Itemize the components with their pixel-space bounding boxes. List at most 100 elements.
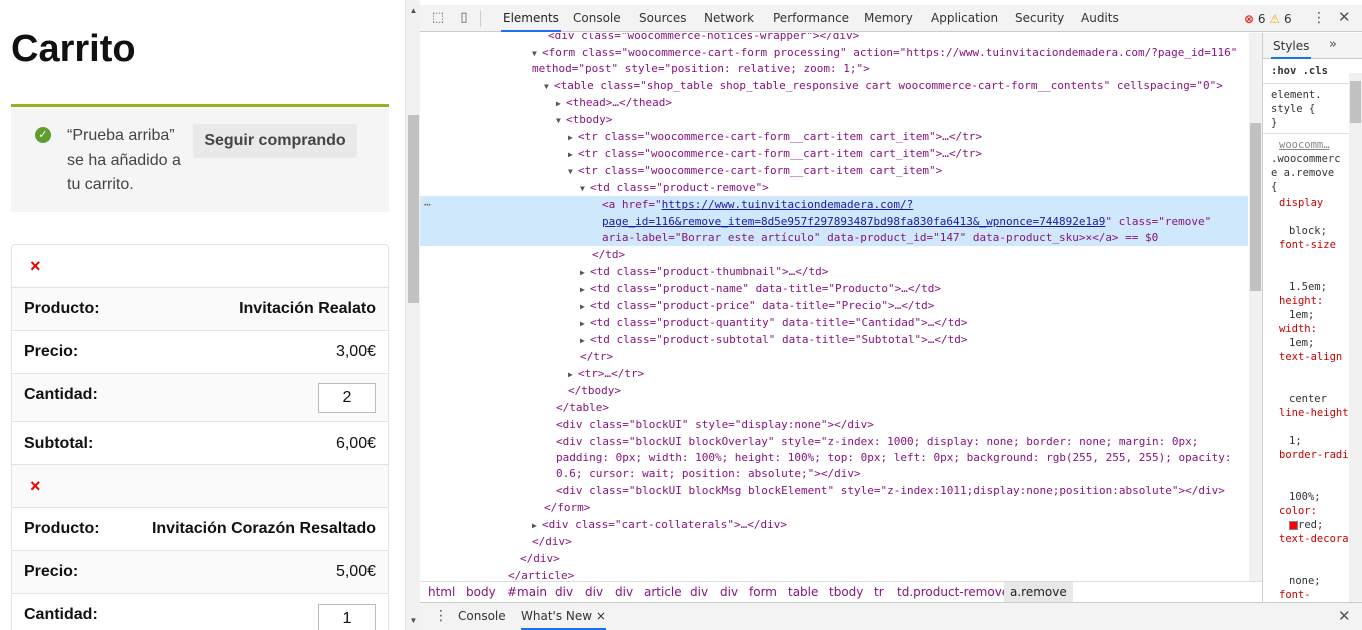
href-link[interactable]: https://www.tuinvitaciondemadera.com/? — [662, 198, 914, 211]
styles-scrollbar[interactable] — [1349, 73, 1362, 602]
breadcrumb-item-current[interactable]: a.remove — [1004, 582, 1073, 602]
dom-node[interactable]: ▼ <tr class="woocommerce-cart-form__cart-… — [420, 162, 1248, 179]
product-name-link[interactable]: Invitación Corazón Resaltado — [152, 520, 376, 538]
remove-item-icon[interactable]: × — [30, 476, 41, 497]
dom-node[interactable]: </table> — [420, 399, 1248, 416]
breadcrumb-item[interactable]: #main — [507, 582, 547, 602]
page-scrollbar[interactable]: ▲ ▼ — [405, 0, 420, 630]
dom-node[interactable]: </article> — [420, 567, 1248, 581]
dom-node[interactable]: ▼ <td class="product-remove"> — [420, 179, 1248, 196]
inspect-element-icon[interactable]: ⬚ — [430, 10, 446, 26]
node-actions-icon[interactable]: ⋯ — [424, 196, 431, 213]
href-link[interactable]: page_id=116&remove_item=8d5e957f29789348… — [602, 215, 1105, 228]
tab-styles[interactable]: Styles — [1271, 33, 1312, 59]
breadcrumb-item[interactable]: td.product-remove — [897, 582, 1009, 602]
color-swatch-icon[interactable] — [1289, 520, 1298, 530]
dom-node[interactable]: ▶ <td class="product-quantity" data-title… — [420, 314, 1248, 331]
tab-memory[interactable]: Memory — [862, 5, 915, 32]
css-property[interactable]: font-size — [1279, 239, 1336, 251]
close-drawer-icon[interactable]: ✕ — [1338, 607, 1351, 625]
continue-shopping-button[interactable]: Seguir comprando — [193, 124, 357, 158]
tab-console[interactable]: Console — [571, 5, 623, 32]
tab-network[interactable]: Network — [702, 5, 756, 32]
dom-node-selected[interactable]: ⋯ <a href="https://www.tuinvitaciondemade… — [420, 196, 1248, 213]
dom-node[interactable]: <div class="blockUI blockOverlay" style=… — [420, 433, 1248, 450]
scroll-down-arrow-icon[interactable]: ▼ — [406, 613, 421, 628]
dom-tree-scrollbar-thumb[interactable] — [1250, 123, 1261, 291]
breadcrumb-item[interactable]: div — [720, 582, 738, 602]
styles-scrollbar-thumb[interactable] — [1350, 81, 1361, 123]
css-property[interactable]: width: — [1279, 323, 1317, 335]
drawer-menu-icon[interactable]: ⋮ — [434, 608, 448, 624]
dom-node[interactable]: ▶ <td class="product-name" data-title="Pr… — [420, 280, 1248, 297]
dom-node[interactable]: <div class="blockUI" style="display:none… — [420, 416, 1248, 433]
css-value[interactable]: red; — [1289, 519, 1323, 531]
dom-tree-scrollbar[interactable] — [1249, 33, 1262, 581]
css-property[interactable]: text-align — [1279, 351, 1342, 363]
breadcrumb-item[interactable]: tbody — [829, 582, 863, 602]
breadcrumb-item[interactable]: div — [690, 582, 708, 602]
breadcrumb-item[interactable]: html — [428, 582, 455, 602]
dom-node[interactable]: ▶ <div class="cart-collaterals">…</div> — [420, 516, 1248, 533]
tab-security[interactable]: Security — [1013, 5, 1066, 32]
tab-audits[interactable]: Audits — [1079, 5, 1121, 32]
breadcrumb-item[interactable]: table — [788, 582, 818, 602]
dom-node[interactable]: </tr> — [420, 348, 1248, 365]
dom-node[interactable]: ▶ <tr>…</tr> — [420, 365, 1248, 382]
drawer-tab-console[interactable]: Console — [458, 603, 506, 630]
more-tabs-icon[interactable]: » — [1329, 37, 1337, 52]
close-devtools-icon[interactable]: ✕ — [1338, 8, 1351, 26]
breadcrumb-item[interactable]: body — [466, 582, 496, 602]
dom-node[interactable]: ▶ <td class="product-price" data-title="P… — [420, 297, 1248, 314]
dom-node[interactable]: ▼ <tbody> — [420, 111, 1248, 128]
tab-elements[interactable]: Elements — [501, 5, 561, 32]
css-property[interactable]: height: — [1279, 295, 1323, 307]
css-value[interactable]: 1em; — [1289, 337, 1314, 349]
dom-node[interactable]: </tbody> — [420, 382, 1248, 399]
css-value[interactable]: 1em; — [1289, 309, 1314, 321]
dom-node[interactable]: ▼ <form class="woocommerce-cart-form proc… — [420, 44, 1248, 61]
device-toolbar-icon[interactable]: ▯ — [456, 10, 472, 26]
stylesheet-source-link[interactable]: woocomm… — [1279, 139, 1330, 151]
css-value[interactable]: 1.5em; — [1289, 281, 1327, 293]
dom-node[interactable]: ▶ <tr class="woocommerce-cart-form__cart-… — [420, 128, 1248, 145]
dom-node[interactable]: ▶ <td class="product-thumbnail">…</td> — [420, 263, 1248, 280]
breadcrumb-item[interactable]: article — [644, 582, 682, 602]
css-property[interactable]: display — [1279, 197, 1323, 209]
dom-node[interactable]: </div> — [420, 550, 1248, 567]
css-property[interactable]: color: — [1279, 505, 1317, 517]
breadcrumb-item[interactable]: div — [615, 582, 633, 602]
css-value[interactable]: none; — [1289, 575, 1321, 587]
dom-node[interactable]: </td> — [420, 246, 1248, 263]
remove-item-icon[interactable]: × — [30, 256, 41, 277]
dom-node[interactable]: </form> — [420, 499, 1248, 516]
tab-sources[interactable]: Sources — [637, 5, 688, 32]
close-tab-icon[interactable]: × — [596, 609, 606, 623]
drawer-tab-whats-new[interactable]: What's New × — [521, 603, 606, 630]
more-options-icon[interactable]: ⋮ — [1312, 10, 1326, 26]
quantity-input[interactable]: 1 — [318, 604, 376, 630]
breadcrumb-item[interactable]: div — [555, 582, 573, 602]
product-name-link[interactable]: Invitación Realato — [239, 300, 376, 318]
css-value[interactable]: block; — [1289, 225, 1327, 237]
css-property[interactable]: font- — [1279, 589, 1311, 601]
breadcrumb-item[interactable]: tr — [874, 582, 884, 602]
breadcrumb-item[interactable]: div — [585, 582, 603, 602]
css-value[interactable]: 1; — [1289, 435, 1302, 447]
breadcrumb-item[interactable]: form — [749, 582, 777, 602]
css-value[interactable]: 100%; — [1289, 491, 1321, 503]
error-warning-counter[interactable]: ⊗ 6 ⚠ 6 — [1244, 12, 1292, 26]
dom-node[interactable]: ▶ <tr class="woocommerce-cart-form__cart-… — [420, 145, 1248, 162]
styles-filter-toggles[interactable]: :hov .cls — [1271, 65, 1328, 77]
tab-application[interactable]: Application — [929, 5, 1000, 32]
dom-node[interactable]: </div> — [420, 533, 1248, 550]
page-scrollbar-thumb[interactable] — [408, 115, 419, 303]
css-property[interactable]: line-height — [1279, 407, 1349, 419]
dom-node[interactable]: ▶ <td class="product-subtotal" data-title… — [420, 331, 1248, 348]
quantity-input[interactable]: 2 — [318, 383, 376, 413]
dom-node[interactable]: ▼ <table class="shop_table shop_table_res… — [420, 77, 1248, 94]
dom-node[interactable]: <div class="blockUI blockMsg blockElemen… — [420, 482, 1248, 499]
dom-node[interactable]: ▶ <thead>…</thead> — [420, 94, 1248, 111]
scroll-up-arrow-icon[interactable]: ▲ — [406, 3, 421, 18]
css-value[interactable]: center — [1289, 393, 1327, 405]
